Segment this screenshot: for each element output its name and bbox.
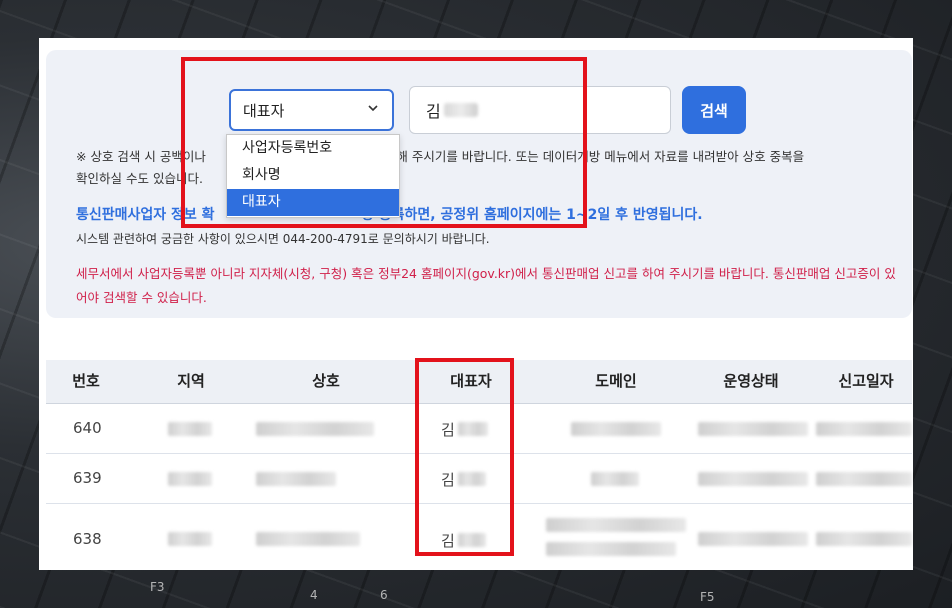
column-header-region[interactable]: 지역 bbox=[151, 360, 231, 403]
chevron-down-icon bbox=[368, 105, 378, 112]
table-row[interactable]: 638 김 bbox=[46, 504, 912, 570]
update-notice-part: 에는 1~2일 후 반영됩니다. bbox=[535, 207, 703, 223]
blurred-domain bbox=[546, 542, 676, 556]
blurred-representative bbox=[458, 533, 486, 547]
search-panel: 대표자 김 검색 사업자등록번호 회사명 대표자 ※ 상호 검색 시 공백이나 여… bbox=[46, 50, 912, 318]
dropdown-option-company-name[interactable]: 회사명 bbox=[227, 162, 399, 189]
registration-warning: 세무서에서 사업자등록뿐 아니라 지자체(시청, 구청) 혹은 정부24 홈페이… bbox=[76, 266, 896, 305]
key-label: 4 bbox=[310, 588, 318, 602]
blurred-date bbox=[816, 472, 912, 486]
column-header-company[interactable]: 상호 bbox=[256, 360, 396, 403]
blurred-representative bbox=[458, 422, 488, 436]
results-table: 번호 지역 상호 대표자 도메인 운영상태 신고일자 640 김 639 김 6… bbox=[46, 360, 912, 570]
search-tip-text: ※ 상호 검색 시 공백이나 여 입력해 주시기를 바랍니다. 또는 데이터개방 … bbox=[76, 146, 906, 190]
dropdown-option-biz-number[interactable]: 사업자등록번호 bbox=[227, 135, 399, 162]
row-number: 638 bbox=[73, 530, 102, 548]
key-label: 6 bbox=[380, 588, 388, 602]
blurred-status bbox=[698, 422, 808, 436]
blurred-region bbox=[168, 532, 212, 546]
select-value: 대표자 bbox=[243, 101, 285, 120]
blurred-company bbox=[256, 532, 360, 546]
blurred-region bbox=[168, 472, 212, 486]
search-type-dropdown: 사업자등록번호 회사명 대표자 bbox=[226, 134, 400, 218]
blurred-domain bbox=[571, 422, 661, 436]
key-label: F3 bbox=[150, 580, 165, 594]
search-input[interactable]: 김 bbox=[409, 86, 671, 134]
search-input-value: 김 bbox=[426, 102, 441, 121]
search-type-select[interactable]: 대표자 bbox=[229, 89, 394, 131]
blurred-company bbox=[256, 472, 336, 486]
row-number: 639 bbox=[73, 469, 102, 487]
blurred-status bbox=[698, 472, 808, 486]
blurred-date bbox=[816, 422, 912, 436]
blurred-text bbox=[443, 103, 478, 117]
row-representative: 김 bbox=[441, 421, 455, 439]
contact-notice: 시스템 관련하여 궁금한 사항이 있으시면 044-200-4791로 문의하시… bbox=[76, 232, 490, 246]
search-tip-part: ※ 상호 검색 시 공백이나 bbox=[76, 149, 206, 164]
table-header: 번호 지역 상호 대표자 도메인 운영상태 신고일자 bbox=[46, 360, 912, 404]
row-number: 640 bbox=[73, 419, 102, 437]
column-header-representative[interactable]: 대표자 bbox=[421, 360, 521, 403]
update-notice-part: 통신판매사업자 정보 확 bbox=[76, 207, 215, 223]
column-header-number[interactable]: 번호 bbox=[46, 360, 126, 403]
blurred-region bbox=[168, 422, 212, 436]
column-header-domain[interactable]: 도메인 bbox=[556, 360, 676, 403]
blurred-date bbox=[816, 532, 912, 546]
search-tip-part: 확인하실 수도 있습니다. bbox=[76, 171, 203, 186]
blurred-status bbox=[698, 532, 808, 546]
table-row[interactable]: 640 김 bbox=[46, 404, 912, 454]
blurred-domain bbox=[546, 518, 686, 532]
column-header-report-date[interactable]: 신고일자 bbox=[821, 360, 911, 403]
blurred-company bbox=[256, 422, 374, 436]
column-header-status[interactable]: 운영상태 bbox=[696, 360, 806, 403]
blurred-domain bbox=[591, 472, 639, 486]
dropdown-option-representative[interactable]: 대표자 bbox=[227, 189, 399, 216]
key-label: F5 bbox=[700, 590, 715, 604]
row-representative: 김 bbox=[441, 532, 455, 550]
table-row[interactable]: 639 김 bbox=[46, 454, 912, 504]
blurred-representative bbox=[458, 472, 486, 486]
search-tip-part: 여 입력해 주시기를 바랍니다. 또는 데이터개방 메뉴에서 자료를 내려받아 … bbox=[357, 149, 805, 164]
row-representative: 김 bbox=[441, 471, 455, 489]
page: 대표자 김 검색 사업자등록번호 회사명 대표자 ※ 상호 검색 시 공백이나 여… bbox=[39, 38, 913, 570]
search-button[interactable]: 검색 bbox=[682, 86, 746, 134]
